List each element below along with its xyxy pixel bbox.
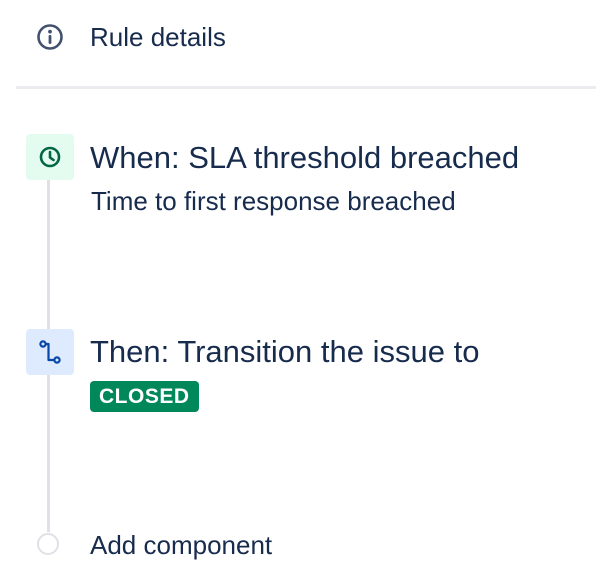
rule-details-header: Rule details bbox=[0, 0, 604, 88]
add-component-label[interactable]: Add component bbox=[90, 528, 272, 562]
clock-icon bbox=[39, 146, 61, 168]
trigger-description: Time to first response breached bbox=[91, 186, 456, 216]
info-icon bbox=[37, 24, 63, 50]
transition-icon bbox=[39, 340, 61, 364]
rule-details-title: Rule details bbox=[90, 22, 226, 52]
header-divider bbox=[16, 86, 596, 89]
status-lozenge-closed: CLOSED bbox=[90, 381, 199, 412]
empty-circle-icon bbox=[37, 533, 59, 555]
trigger-icon-tile[interactable] bbox=[26, 134, 74, 180]
trigger-title[interactable]: When: SLA threshold breached bbox=[90, 138, 519, 178]
action-icon-tile[interactable] bbox=[26, 329, 74, 375]
action-title[interactable]: Then: Transition the issue to bbox=[90, 332, 479, 372]
